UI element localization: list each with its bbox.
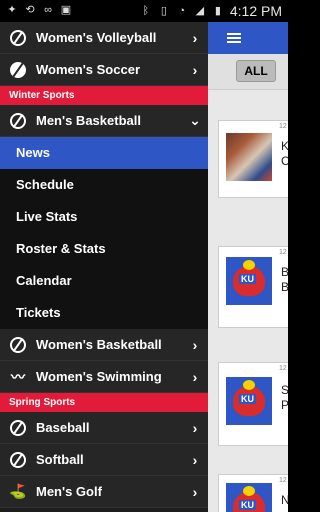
jayhawk-logo-icon (226, 257, 272, 305)
sidebar-item-label: Women's Soccer (36, 62, 140, 77)
sidebar-item-womens-volleyball[interactable]: Women's Volleyball › (0, 22, 208, 54)
news-date: 12 (279, 123, 287, 130)
softball-icon (0, 451, 36, 468)
wifi-icon: ◔ (178, 5, 186, 17)
news-title: S P (281, 383, 288, 412)
news-title: B B (281, 265, 288, 294)
hamburger-menu-icon[interactable] (227, 33, 241, 43)
basketball-icon (0, 112, 36, 129)
section-header-spring: Spring Sports (0, 393, 208, 412)
status-bar: ✦ ⟲ ∞ ▣ ᛒ ▯ ◔ ◢ ▮ 4:12 PM (0, 0, 288, 22)
dropbox-icon: ✦ (7, 4, 17, 16)
sidebar-item-label: Men's Golf (36, 484, 102, 499)
sidebar-item-womens-soccer[interactable]: Women's Soccer › (0, 54, 208, 86)
sidebar-item-baseball[interactable]: Baseball › (0, 412, 208, 444)
news-card[interactable]: 12 B B (218, 246, 288, 328)
news-title: N (281, 493, 288, 507)
news-card[interactable]: 12 N (218, 474, 288, 512)
news-feed-pane: ALL 12 K C 12 B B 12 S P 12 N (208, 22, 288, 512)
vibrate-icon: ▯ (160, 5, 167, 17)
app-toolbar (208, 22, 288, 54)
filter-all-button[interactable]: ALL (236, 60, 276, 82)
basketball-icon (0, 336, 36, 353)
subitem-roster-stats[interactable]: Roster & Stats (0, 233, 208, 265)
jayhawk-logo-icon (226, 483, 272, 512)
sidebar-item-womens-swimming[interactable]: 〰 Women's Swimming › (0, 361, 208, 393)
volleyball-icon (0, 29, 36, 46)
subitem-live-stats[interactable]: Live Stats (0, 201, 208, 233)
soccer-ball-icon (0, 61, 36, 78)
chevron-right-icon: › (192, 368, 198, 385)
golf-icon: ⛳ (9, 483, 27, 499)
navigation-drawer: Women's Volleyball › Women's Soccer › Wi… (0, 22, 208, 512)
news-card[interactable]: 12 K C (218, 120, 288, 198)
voicemail-icon: ∞ (44, 4, 52, 16)
sidebar-item-softball[interactable]: Softball › (0, 444, 208, 476)
baseball-icon (0, 419, 36, 436)
section-header-winter: Winter Sports (0, 86, 208, 105)
sidebar-item-mens-basketball[interactable]: Men's Basketball ⌄ (0, 105, 208, 137)
news-date: 12 (279, 365, 287, 372)
chevron-right-icon: › (192, 61, 198, 78)
sidebar-item-womens-basketball[interactable]: Women's Basketball › (0, 329, 208, 361)
battery-icon: ▮ (214, 5, 221, 17)
chevron-right-icon: › (192, 419, 198, 436)
subitem-news[interactable]: News (0, 137, 208, 169)
news-date: 12 (279, 249, 287, 256)
chevron-right-icon: › (192, 451, 198, 468)
subitem-tickets[interactable]: Tickets (0, 297, 208, 329)
chevron-down-icon: ⌄ (189, 112, 201, 128)
sidebar-item-label: Women's Basketball (36, 337, 162, 352)
subitem-schedule[interactable]: Schedule (0, 169, 208, 201)
waves-icon: 〰 (11, 368, 25, 385)
news-title: K C (281, 139, 288, 168)
sidebar-item-label: Baseball (36, 420, 90, 435)
news-card[interactable]: 12 S P (218, 362, 288, 446)
sidebar-item-label: Softball (36, 452, 84, 467)
news-date: 12 (279, 477, 287, 484)
sidebar-item-label: Women's Volleyball (36, 30, 157, 45)
news-thumbnail (226, 133, 272, 181)
sidebar-item-mens-golf[interactable]: ⛳ Men's Golf › (0, 476, 208, 508)
sync-icon: ⟲ (25, 4, 35, 16)
chevron-right-icon: › (192, 29, 198, 46)
subitem-calendar[interactable]: Calendar (0, 265, 208, 297)
signal-icon: ◢ (195, 5, 205, 17)
sidebar-item-label: Men's Basketball (36, 113, 141, 128)
sidebar-item-label: Women's Swimming (36, 369, 162, 384)
jayhawk-logo-icon (226, 377, 272, 425)
chevron-right-icon: › (192, 483, 198, 500)
chevron-right-icon: › (192, 336, 198, 353)
bluetooth-icon: ᛒ (142, 5, 150, 17)
image-icon: ▣ (60, 4, 72, 16)
clock: 4:12 PM (229, 3, 282, 19)
